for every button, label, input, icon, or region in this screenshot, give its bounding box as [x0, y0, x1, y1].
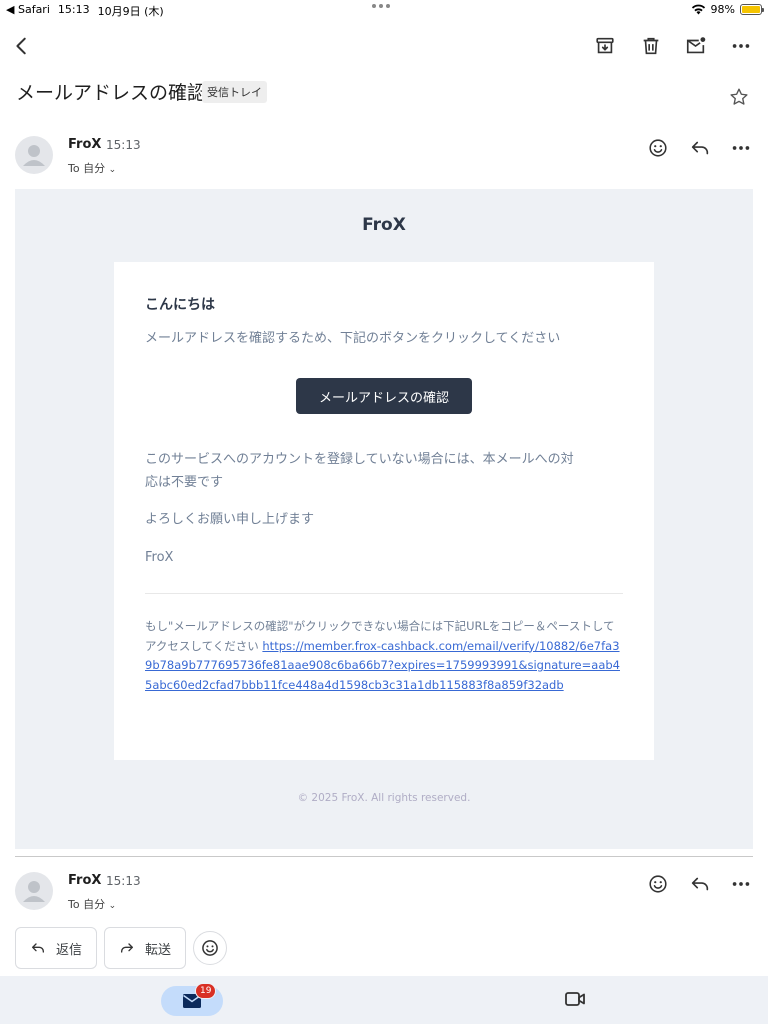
- forward-button[interactable]: 転送: [104, 927, 186, 969]
- inbox-label-chip[interactable]: 受信トレイ: [202, 81, 267, 103]
- sender-avatar[interactable]: [15, 136, 53, 174]
- message-more-icon[interactable]: [729, 136, 753, 160]
- message-time: 15:13: [106, 138, 141, 152]
- message-more-icon-2[interactable]: [729, 872, 753, 896]
- email-closing: よろしくお願い申し上げます: [145, 512, 315, 527]
- reply-icon[interactable]: [688, 136, 712, 160]
- email-footer: © 2025 FroX. All rights reserved.: [297, 792, 471, 804]
- battery-icon: [740, 4, 764, 15]
- multitasking-dots[interactable]: [372, 4, 390, 8]
- mark-unread-icon[interactable]: [684, 34, 708, 58]
- recipient-toggle-2[interactable]: To 自分 ⌄: [68, 896, 116, 912]
- video-camera-icon: [565, 992, 585, 1006]
- reply-label: 返信: [55, 942, 82, 958]
- more-icon[interactable]: [729, 34, 753, 58]
- mail-tab[interactable]: 19: [161, 983, 223, 1016]
- sender-name-2[interactable]: FroX: [68, 873, 101, 888]
- smiley-icon: [202, 940, 218, 956]
- battery-percent: 98%: [710, 3, 735, 16]
- recipient-label: To 自分: [68, 162, 106, 175]
- back-icon[interactable]: [10, 34, 34, 58]
- meet-tab[interactable]: [564, 990, 586, 1012]
- email-signature: FroX: [145, 550, 174, 565]
- reply-icon-2[interactable]: [688, 872, 712, 896]
- status-bar: ◀ Safari 15:13 10月9日 (木) 98%: [0, 0, 768, 20]
- verify-email-button[interactable]: メールアドレスの確認: [296, 378, 472, 414]
- chevron-down-icon: ⌄: [108, 165, 117, 175]
- back-to-app[interactable]: ◀ Safari: [6, 3, 50, 19]
- reply-button[interactable]: 返信: [15, 927, 97, 969]
- unread-badge: 19: [195, 983, 217, 999]
- chevron-down-icon: ⌄: [108, 901, 117, 911]
- recipient-toggle[interactable]: To 自分 ⌄: [68, 160, 116, 176]
- email-intro: メールアドレスを確認するため、下記のボタンをクリックしてください: [145, 331, 561, 346]
- emoji-reaction-icon-2[interactable]: [646, 872, 670, 896]
- message-separator: [15, 856, 753, 857]
- emoji-react-button[interactable]: [193, 931, 227, 965]
- wifi-icon: [691, 4, 705, 15]
- star-icon[interactable]: [727, 85, 751, 109]
- email-brand: FroX: [362, 215, 406, 235]
- email-divider: [145, 593, 623, 594]
- bottom-nav: 19: [0, 976, 768, 1024]
- fallback-message: もし"メールアドレスの確認"がクリックできない場合には下記URLをコピー＆ペース…: [145, 617, 625, 695]
- sender-name[interactable]: FroX: [68, 137, 101, 152]
- message-time-2: 15:13: [106, 874, 141, 888]
- sender-avatar-2[interactable]: [15, 872, 53, 910]
- email-note-line1: このサービスへのアカウントを登録していない場合には、本メールへの対: [145, 452, 574, 467]
- emoji-reaction-icon[interactable]: [646, 136, 670, 160]
- email-note-line2: 応は不要です: [145, 475, 224, 490]
- email-greeting: こんにちは: [145, 297, 215, 313]
- status-time: 15:13: [57, 3, 90, 16]
- reply-arrow-icon: [31, 943, 44, 953]
- forward-arrow-icon: [120, 943, 133, 953]
- archive-icon[interactable]: [593, 34, 617, 58]
- recipient-label-2: To 自分: [68, 898, 106, 911]
- trash-icon[interactable]: [639, 34, 663, 58]
- status-date: 10月9日 (木): [97, 5, 164, 18]
- email-subject: メールアドレスの確認: [16, 82, 207, 104]
- forward-label: 転送: [144, 942, 171, 958]
